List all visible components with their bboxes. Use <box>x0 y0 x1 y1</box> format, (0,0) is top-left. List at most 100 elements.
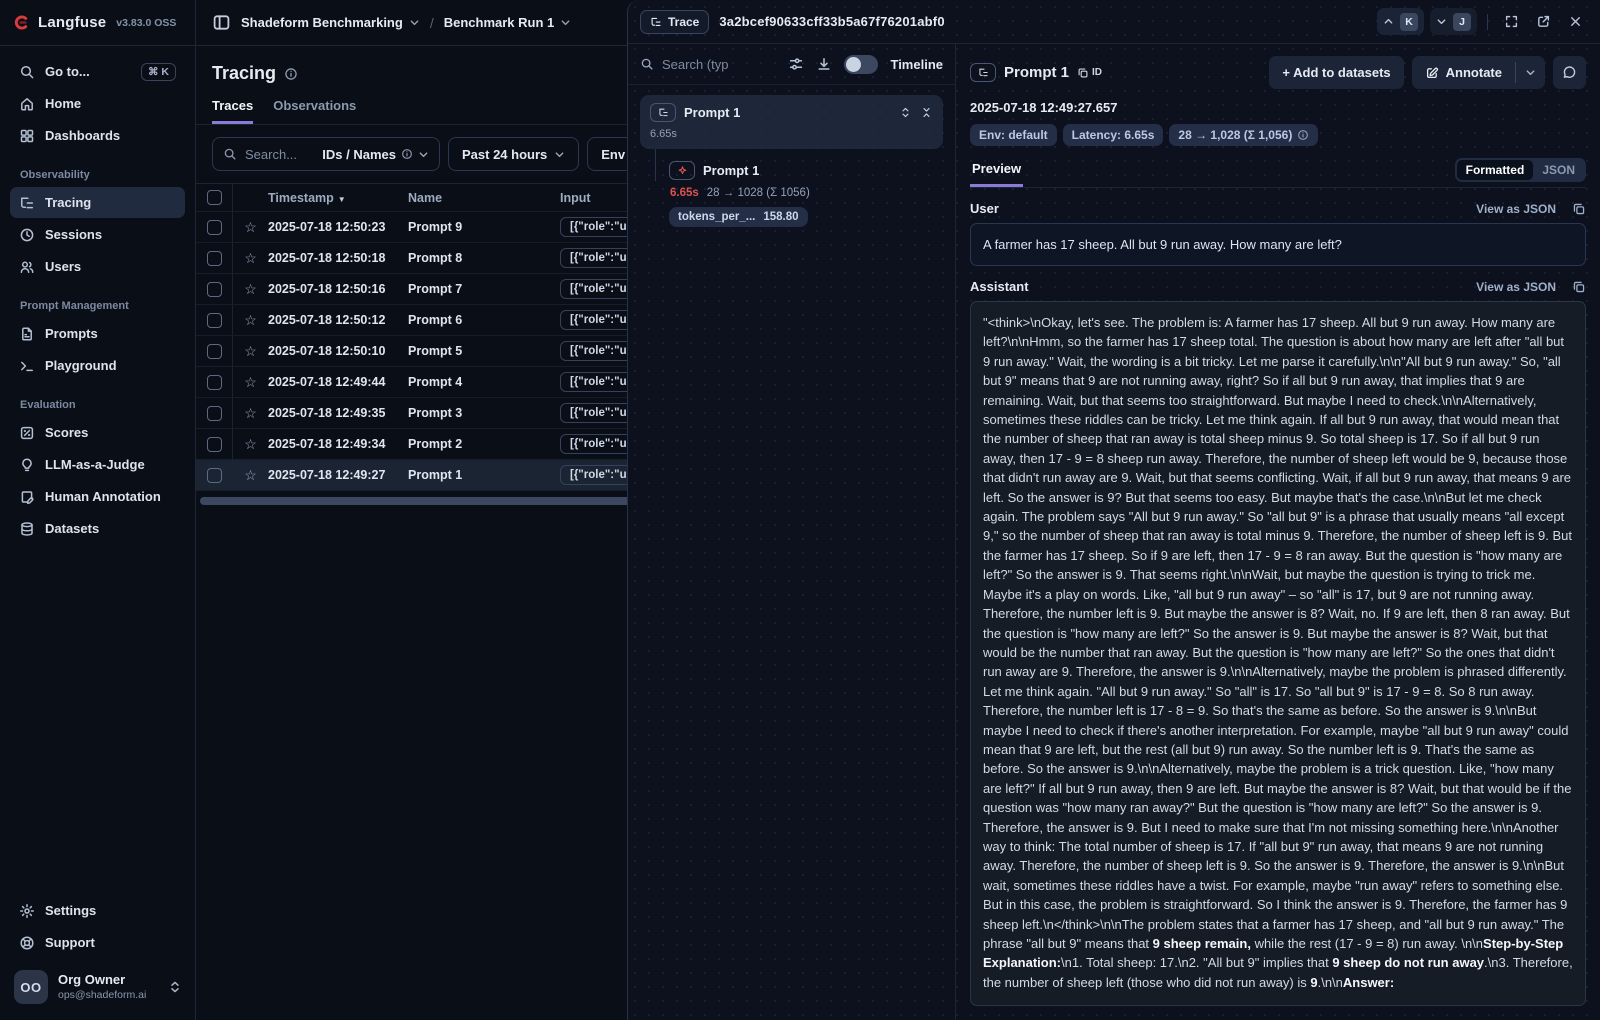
sidebar-item-prompts[interactable]: Prompts <box>10 318 185 349</box>
sort-desc-icon: ▼ <box>338 195 346 204</box>
close-icon[interactable] <box>1562 9 1588 35</box>
tab-preview[interactable]: Preview <box>970 161 1023 187</box>
tree-node-trace-root[interactable]: Prompt 1 6.65s <box>640 95 943 149</box>
tab-observations[interactable]: Observations <box>273 98 356 124</box>
copy-id-button[interactable]: ID <box>1077 67 1102 79</box>
row-checkbox[interactable] <box>207 282 222 297</box>
row-checkbox[interactable] <box>207 220 222 235</box>
sidebar-item-sessions[interactable]: Sessions <box>10 219 185 250</box>
star-icon[interactable]: ☆ <box>233 405 268 422</box>
next-trace-button[interactable]: J <box>1430 8 1477 35</box>
tab-traces[interactable]: Traces <box>212 98 253 124</box>
tree-node-generation[interactable]: Prompt 1 6.65s 28 → 1028 (Σ 1056) tokens… <box>669 161 943 227</box>
row-checkbox[interactable] <box>207 468 222 483</box>
row-timestamp: 2025-07-18 12:50:23 <box>268 220 408 234</box>
row-checkbox[interactable] <box>207 344 222 359</box>
star-icon[interactable]: ☆ <box>233 343 268 360</box>
sidebar-toggle-icon[interactable] <box>212 13 231 32</box>
format-json[interactable]: JSON <box>1533 160 1584 180</box>
open-external-icon[interactable] <box>1530 9 1556 35</box>
time-range-label: Past 24 hours <box>462 147 547 162</box>
star-icon[interactable]: ☆ <box>233 312 268 329</box>
search-input[interactable]: Search... IDs / Names <box>212 137 440 171</box>
sidebar-item-llm-judge[interactable]: LLM-as-a-Judge <box>10 449 185 480</box>
star-icon[interactable]: ☆ <box>233 436 268 453</box>
column-name[interactable]: Name <box>408 191 560 205</box>
star-icon[interactable]: ☆ <box>233 219 268 236</box>
star-icon[interactable]: ☆ <box>233 467 268 484</box>
view-as-json-button[interactable]: View as JSON <box>1476 280 1556 294</box>
observation-timestamp: 2025-07-18 12:49:27.657 <box>970 100 1586 115</box>
time-range-filter[interactable]: Past 24 hours <box>448 137 579 171</box>
row-checkbox[interactable] <box>207 437 222 452</box>
score-badge[interactable]: tokens_per_... 158.80 <box>669 207 808 227</box>
row-timestamp: 2025-07-18 12:49:27 <box>268 468 408 482</box>
row-name: Prompt 6 <box>408 313 560 327</box>
row-checkbox[interactable] <box>207 251 222 266</box>
trace-detail-panel: Trace 3a2bcef90633cff33b5a67f76201abf0 K… <box>627 0 1600 1020</box>
chevron-up-down-icon <box>169 980 181 994</box>
copy-icon[interactable] <box>1572 202 1586 216</box>
sidebar-item-label: Home <box>45 96 81 111</box>
row-name: Prompt 2 <box>408 437 560 451</box>
project-selector[interactable]: Shadeform Benchmarking <box>241 15 420 30</box>
annotate-dropdown-chevron[interactable] <box>1516 56 1545 89</box>
timeline-toggle[interactable] <box>844 55 878 74</box>
row-timestamp: 2025-07-18 12:50:12 <box>268 313 408 327</box>
goto-search[interactable]: Go to... ⌘ K <box>10 56 185 87</box>
app-version: v3.83.0 OSS <box>116 17 176 29</box>
sidebar-item-human-annotation[interactable]: Human Annotation <box>10 481 185 512</box>
prev-trace-button[interactable]: K <box>1377 8 1424 35</box>
sidebar-item-scores[interactable]: Scores <box>10 417 185 448</box>
select-all-checkbox[interactable] <box>207 190 222 205</box>
filter-sliders-icon[interactable] <box>788 56 804 72</box>
star-icon[interactable]: ☆ <box>233 374 268 391</box>
org-user-switcher[interactable]: OO Org Owner ops@shadeform.ai <box>0 958 195 1020</box>
row-name: Prompt 7 <box>408 282 560 296</box>
sidebar-item-label: Tracing <box>45 195 91 210</box>
row-checkbox[interactable] <box>207 375 222 390</box>
sidebar-item-support[interactable]: Support <box>10 927 185 958</box>
latency-badge[interactable]: Latency: 6.65s <box>1063 124 1164 146</box>
add-to-datasets-button[interactable]: + Add to datasets <box>1269 56 1403 89</box>
comments-button[interactable] <box>1553 56 1586 89</box>
sidebar-item-users[interactable]: Users <box>10 251 185 282</box>
format-formatted[interactable]: Formatted <box>1457 160 1534 180</box>
sidebar-item-settings[interactable]: Settings <box>10 895 185 926</box>
env-label: Env <box>601 147 625 162</box>
run-selector[interactable]: Benchmark Run 1 <box>444 15 572 30</box>
row-checkbox[interactable] <box>207 406 222 421</box>
token-usage-badge[interactable]: 28 → 1,028 (Σ 1,056) <box>1169 124 1318 146</box>
star-icon[interactable]: ☆ <box>233 250 268 267</box>
view-as-json-button[interactable]: View as JSON <box>1476 202 1556 216</box>
langfuse-logo-icon <box>13 14 30 31</box>
column-timestamp[interactable]: Timestamp▼ <box>268 191 408 205</box>
sidebar-item-dashboards[interactable]: Dashboards <box>10 120 185 151</box>
row-name: Prompt 5 <box>408 344 560 358</box>
search-type-dropdown[interactable]: IDs / Names <box>322 147 429 162</box>
sidebar-item-playground[interactable]: Playground <box>10 350 185 381</box>
sidebar-item-home[interactable]: Home <box>10 88 185 119</box>
annotate-button[interactable]: Annotate <box>1412 56 1515 89</box>
sidebar-item-datasets[interactable]: Datasets <box>10 513 185 544</box>
unfold-all-icon[interactable] <box>899 106 912 119</box>
assistant-message-content: "<think>\nOkay, let's see. The problem i… <box>970 301 1586 1006</box>
tree-search-placeholder: Search (typ <box>662 57 728 72</box>
download-icon[interactable] <box>816 56 832 72</box>
copy-icon[interactable] <box>1572 280 1586 294</box>
section-evaluation: Evaluation <box>20 399 175 411</box>
row-checkbox[interactable] <box>207 313 222 328</box>
trace-node-icon <box>650 103 676 122</box>
expand-icon[interactable] <box>1498 9 1524 35</box>
env-badge[interactable]: Env: default <box>970 124 1057 146</box>
star-icon[interactable]: ☆ <box>233 281 268 298</box>
search-type-label: IDs / Names <box>322 147 396 162</box>
sidebar-item-tracing[interactable]: Tracing <box>10 187 185 218</box>
fold-all-icon[interactable] <box>920 106 933 119</box>
observation-title: Prompt 1 <box>1004 64 1069 81</box>
detail-tabs: Preview Formatted JSON <box>970 158 1586 188</box>
info-icon[interactable] <box>284 67 298 81</box>
pen-clipboard-icon <box>19 489 35 505</box>
sidebar-item-label: LLM-as-a-Judge <box>45 457 145 472</box>
tree-search-input[interactable]: Search (typ <box>640 57 776 72</box>
